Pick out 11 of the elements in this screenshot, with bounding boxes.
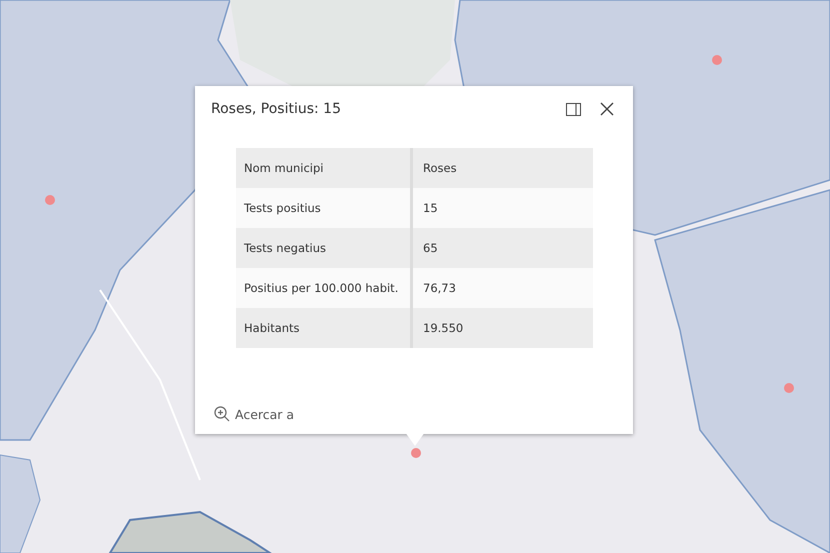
zoom-in-icon [214,406,230,422]
close-button[interactable] [598,100,615,118]
field-name-cell: Habitants [236,308,413,348]
field-value-cell-text: 15 [422,200,439,217]
field-value-cell-text: 19.550 [422,320,464,337]
dock-button[interactable] [565,100,582,118]
field-value-cell-text: 65 [422,240,439,257]
popup-title: Roses, Positius: 15 [211,101,341,117]
zoom-to-link[interactable]: Acercar a [214,406,294,422]
field-value-cell-text: 76,73 [422,280,457,297]
field-value-cell-text: Roses [422,160,458,177]
